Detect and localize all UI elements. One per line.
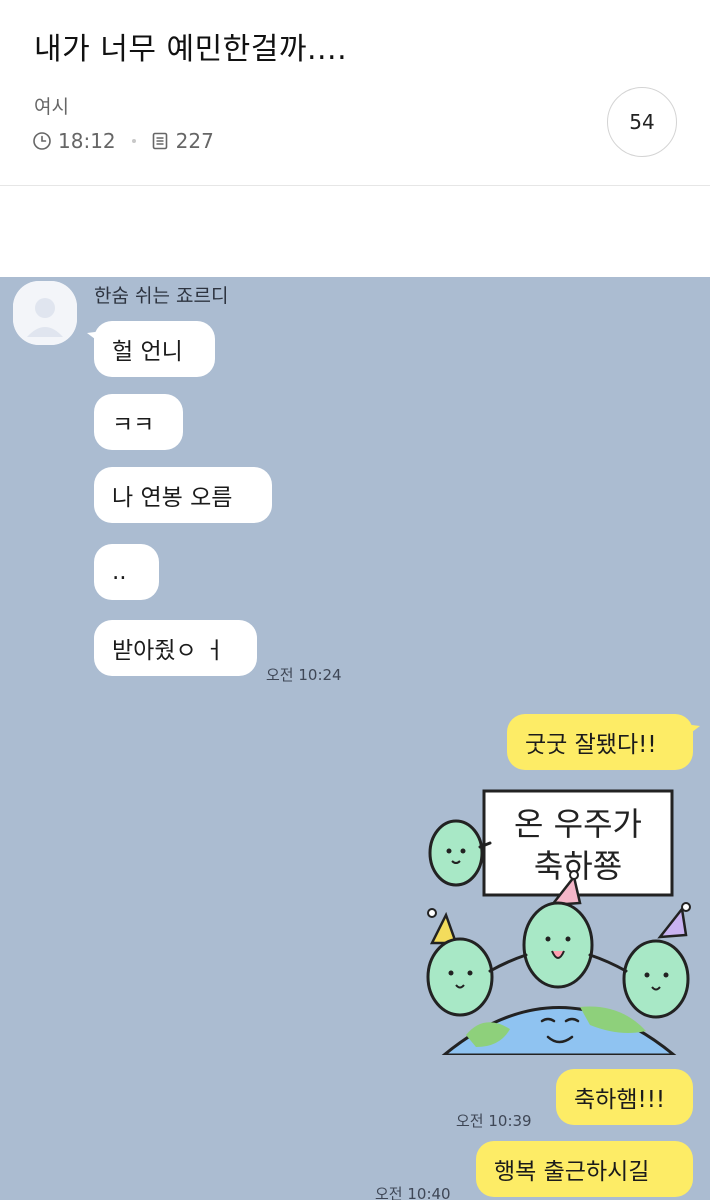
message-timestamp: 오전 10:40 xyxy=(375,1185,451,1200)
post-author[interactable]: 여시 xyxy=(34,92,69,119)
bubble-tail xyxy=(87,331,103,345)
character-icon xyxy=(622,939,690,1019)
post-header: 내가 너무 예민한걸까.... 여시 18:12 227 54 xyxy=(0,0,710,186)
meta-separator xyxy=(131,139,136,143)
chat-message-outgoing[interactable]: 굿굿 잘됐다!! xyxy=(507,714,700,770)
post-views-text: 227 xyxy=(175,129,214,153)
message-text: 나 연봉 오름 xyxy=(112,485,233,511)
post-time: 18:12 xyxy=(32,129,116,153)
chat-screenshot: 한숨 쉬는 죠르디 헐 언니 ㅋㅋ 나 연봉 오름 .. 받아줬ㅇ ㅓ 오전 1… xyxy=(0,277,710,1200)
sender-name: 한숨 쉬는 죠르디 xyxy=(94,285,229,307)
character-icon xyxy=(428,819,484,887)
chat-message-incoming[interactable]: ㅋㅋ xyxy=(94,394,183,450)
chat-message-incoming[interactable]: 받아줬ㅇ ㅓ xyxy=(94,620,257,676)
sign-text-line-1: 온 우주가 xyxy=(514,805,642,843)
document-icon xyxy=(152,132,167,150)
message-text: 받아줬ㅇ ㅓ xyxy=(112,638,226,664)
chat-message-incoming[interactable]: .. xyxy=(94,544,159,600)
message-text: 굿굿 잘됐다!! xyxy=(525,732,657,758)
message-text: 행복 출근하시길 xyxy=(494,1159,650,1185)
profile-silhouette xyxy=(13,281,77,345)
sign-text-line-2: 축하쭁 xyxy=(534,847,622,885)
celebration-sticker[interactable]: 온 우주가 축하쭁 xyxy=(420,785,698,1055)
message-text: 헐 언니 xyxy=(112,339,183,365)
chat-message-incoming[interactable]: 나 연봉 오름 xyxy=(94,467,272,523)
post-meta: 18:12 227 xyxy=(32,126,214,156)
post-time-text: 18:12 xyxy=(58,129,116,153)
chat-message-incoming[interactable]: 헐 언니 xyxy=(87,321,215,377)
header-divider xyxy=(0,185,710,186)
clock-icon xyxy=(33,132,51,150)
chat-message-outgoing[interactable]: 축하햄!!! xyxy=(556,1069,693,1125)
message-text: .. xyxy=(112,559,127,585)
message-timestamp: 오전 10:39 xyxy=(456,1112,532,1130)
character-icon xyxy=(426,937,494,1017)
character-icon xyxy=(522,901,594,989)
post-views: 227 xyxy=(150,129,214,153)
message-timestamp: 오전 10:24 xyxy=(266,666,342,684)
post-title: 내가 너무 예민한걸까.... xyxy=(34,32,348,67)
comment-count-button[interactable]: 54 xyxy=(607,87,677,157)
party-hat-icon xyxy=(657,905,688,939)
message-text: ㅋㅋ xyxy=(112,412,155,438)
message-text: 축하햄!!! xyxy=(574,1087,666,1113)
chat-message-outgoing[interactable]: 행복 출근하시길 xyxy=(476,1141,693,1197)
bubble-tail xyxy=(684,724,700,738)
default-profile-icon xyxy=(13,281,77,345)
